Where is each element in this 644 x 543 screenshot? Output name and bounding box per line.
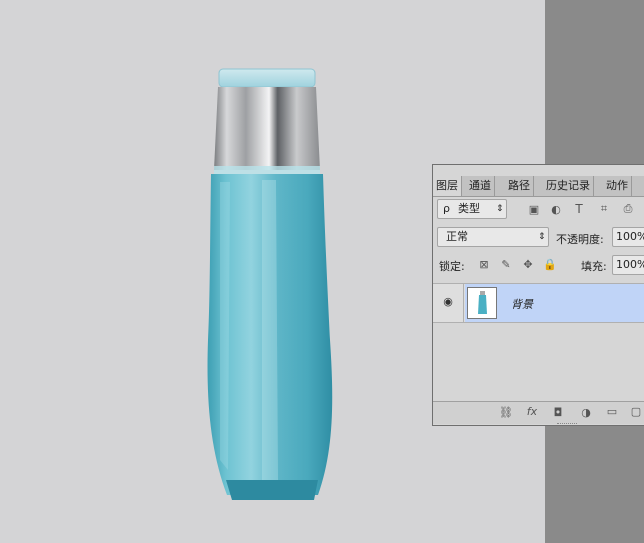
- tab-actions[interactable]: 动作: [603, 176, 632, 196]
- panel-bottom-toolbar: ⛓ fx ◘ ◑ ▭ ▢: [433, 401, 644, 424]
- opacity-value: 100%: [616, 230, 644, 243]
- text-filter-icon[interactable]: T: [572, 202, 586, 216]
- bottle-thumbnail-icon: [478, 291, 487, 314]
- layers-panel: 图层 通道 路径 历史记录 动作 ρ 类型 ⇕ ▣ ◐ T ⌗ ⎙ 正常 ⇕ 不…: [432, 164, 644, 426]
- add-mask-icon[interactable]: ◘: [551, 406, 565, 419]
- layer-name[interactable]: 背景: [511, 296, 533, 312]
- lock-transparent-icon[interactable]: ⊠: [477, 258, 491, 271]
- layer-row-background[interactable]: ◉ 背景: [433, 283, 644, 323]
- panel-tabs: 图层 通道 路径 历史记录 动作: [433, 176, 644, 197]
- smart-object-filter-icon[interactable]: ⎙: [621, 202, 635, 216]
- shape-filter-icon[interactable]: ⌗: [597, 202, 611, 216]
- fill-value: 100%: [616, 258, 644, 271]
- visibility-toggle[interactable]: ◉: [433, 284, 464, 322]
- fx-icon[interactable]: fx: [525, 405, 539, 418]
- adjustment-layer-icon[interactable]: ◑: [579, 406, 593, 419]
- fill-input[interactable]: 100%: [612, 255, 644, 275]
- tab-layers[interactable]: 图层: [433, 176, 462, 196]
- lock-label: 锁定:: [439, 260, 465, 273]
- lock-row: 锁定: ⊠ ✎ ✥ 🔒 填充: 100%: [433, 253, 644, 277]
- lock-image-icon[interactable]: ✎: [499, 258, 513, 271]
- chevron-updown-icon: ⇕: [496, 204, 504, 214]
- blend-row: 正常 ⇕ 不透明度: 100%: [433, 225, 644, 249]
- image-filter-icon[interactable]: ▣: [527, 203, 541, 216]
- lock-all-icon[interactable]: 🔒: [543, 258, 557, 271]
- new-layer-icon[interactable]: ▢: [629, 405, 643, 418]
- fill-label: 填充:: [581, 260, 607, 273]
- opacity-input[interactable]: 100%: [612, 227, 644, 247]
- blend-mode-value: 正常: [446, 230, 468, 243]
- new-group-icon[interactable]: ▭: [605, 405, 619, 418]
- filter-type-label: 类型: [458, 202, 480, 215]
- layer-filter-select[interactable]: ρ 类型 ⇕: [437, 199, 507, 219]
- opacity-label: 不透明度:: [556, 233, 604, 246]
- panel-resize-handle[interactable]: [557, 423, 577, 426]
- adjustment-filter-icon[interactable]: ◐: [549, 203, 563, 216]
- search-icon: ρ: [443, 202, 450, 215]
- link-layers-icon[interactable]: ⛓: [499, 406, 513, 419]
- chevron-updown-icon: ⇕: [538, 232, 546, 242]
- tab-paths[interactable]: 路径: [505, 176, 534, 196]
- eye-icon[interactable]: ◉: [441, 295, 455, 308]
- tab-channels[interactable]: 通道: [466, 176, 495, 196]
- lock-position-icon[interactable]: ✥: [521, 258, 535, 271]
- tab-history[interactable]: 历史记录: [543, 176, 594, 196]
- layer-thumbnail: [467, 287, 497, 319]
- blend-mode-select[interactable]: 正常 ⇕: [437, 227, 549, 247]
- panel-grip[interactable]: [433, 167, 644, 173]
- filter-row: ρ 类型 ⇕ ▣ ◐ T ⌗ ⎙: [433, 197, 644, 221]
